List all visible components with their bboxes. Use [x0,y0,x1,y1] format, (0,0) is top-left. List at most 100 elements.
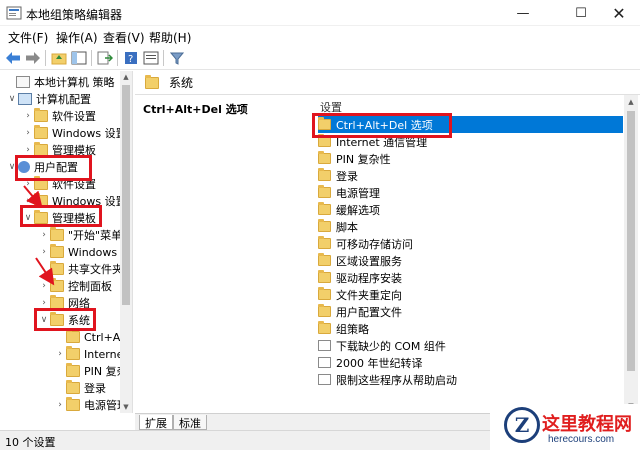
list-item[interactable]: 区域设置服务 [318,252,623,269]
expand-chevron-icon[interactable]: › [38,247,50,257]
list-item[interactable]: PIN 复杂性 [318,150,623,167]
list-item[interactable]: 用户配置文件 [318,303,623,320]
expand-chevron-icon[interactable]: › [54,349,66,359]
tree-scrollbar[interactable]: ▲ ▼ [120,71,132,413]
tree-item-computer-config[interactable]: ∨ 计算机配置 [6,90,91,107]
list-item[interactable]: Internet 通信管理 [318,133,623,150]
list-item[interactable]: 组策略 [318,320,623,337]
tree-item-label: 网络 [68,296,90,310]
tree-item-label: 计算机配置 [36,92,91,106]
scroll-thumb[interactable] [627,111,635,371]
expand-chevron-icon[interactable]: › [22,128,34,138]
collapse-chevron-icon[interactable]: ∨ [6,94,18,104]
tree-item-logon[interactable]: 登录 [54,379,106,396]
expand-chevron-icon[interactable]: › [22,145,34,155]
menu-view[interactable]: 查看(V) [103,29,145,46]
menu-file[interactable]: 文件(F) [8,29,48,46]
folder-icon [318,287,331,300]
tree-pane[interactable]: 本地计算机 策略 ∨ 计算机配置 › 软件设置 › Windows 设置 › 管… [0,71,133,413]
tree-item-control-panel[interactable]: › 控制面板 [38,277,112,294]
tree-item-user-software-settings[interactable]: › 软件设置 [22,175,96,192]
collapse-chevron-icon[interactable]: ∨ [22,213,34,223]
tree-item-windows-components[interactable]: › Windows 组件 [38,243,132,260]
list-item[interactable]: 限制这些程序从帮助启动 [318,371,623,388]
tree-item-network[interactable]: › 网络 [38,294,90,311]
tree-item-windows-settings[interactable]: › Windows 设置 [22,124,127,141]
folder-icon [318,185,331,198]
list-item[interactable]: 电源管理 [318,184,623,201]
tree-item-user-admin-templates[interactable]: ∨ 管理模板 [22,209,96,226]
expand-chevron-icon[interactable]: › [22,179,34,189]
expand-chevron-icon[interactable]: › [38,230,50,240]
list-item[interactable]: 2000 年世纪转译 [318,354,623,371]
menu-action[interactable]: 操作(A) [56,29,98,46]
expand-chevron-icon[interactable]: › [22,111,34,121]
list-item[interactable]: 可移动存储访问 [318,235,623,252]
tree-item-local-computer-policy[interactable]: 本地计算机 策略 [4,73,115,90]
list-item-ctrl-alt-del[interactable]: Ctrl+Alt+Del 选项 [318,116,623,133]
list-item[interactable]: 登录 [318,167,623,184]
list-item[interactable]: 下载缺少的 COM 组件 [318,337,623,354]
tree-item-system[interactable]: ∨ 系统 [38,311,90,328]
title-bar: 本地组策略编辑器 — ☐ ✕ [0,0,640,26]
tree-item-user-config[interactable]: ∨ 用户配置 [6,158,78,175]
tree-item-shared-folders[interactable]: 共享文件夹 [38,260,123,277]
tree-item-admin-templates[interactable]: › 管理模板 [22,141,96,158]
properties-icon[interactable] [142,49,160,67]
scroll-thumb[interactable] [122,85,130,305]
folder-icon [34,124,48,139]
folder-icon [318,134,331,147]
tree-item-user-windows-settings[interactable]: › Windows 设置 [22,192,127,209]
list-scrollbar[interactable]: ▲ ▼ [624,95,638,413]
up-folder-icon[interactable] [50,49,68,67]
folder-icon [50,243,64,258]
filter-icon[interactable] [168,49,186,67]
list-item-label: 登录 [336,169,358,183]
tree-item-start-menu[interactable]: › "开始"菜单和任务栏 [38,226,132,243]
show-hide-tree-icon[interactable] [70,49,88,67]
expand-chevron-icon[interactable]: › [22,196,34,206]
folder-icon [318,270,331,283]
tab-standard[interactable]: 标准 [173,415,207,430]
watermark: Z 这里教程网 herecours.com [490,404,640,450]
minimize-button[interactable]: — [500,0,546,26]
list-item[interactable]: 文件夹重定向 [318,286,623,303]
folder-icon [318,236,331,249]
tree-item-power-mgmt[interactable]: › 电源管理 [54,396,128,413]
folder-icon [50,277,64,292]
collapse-chevron-icon[interactable]: ∨ [38,315,50,325]
list-item-label: 2000 年世纪转译 [336,356,423,370]
list-item[interactable]: 缓解选项 [318,201,623,218]
back-arrow-icon[interactable] [4,49,22,67]
tree-item-label: 共享文件夹 [68,262,123,276]
list-item-label: 限制这些程序从帮助启动 [336,373,457,387]
list-item-label: Ctrl+Alt+Del 选项 [336,118,433,132]
details-header-title: 系统 [169,76,194,90]
scroll-down-arrow-icon[interactable]: ▼ [120,401,132,413]
close-button[interactable]: ✕ [596,0,640,26]
help-icon[interactable]: ? [122,49,140,67]
folder-icon [145,74,159,89]
expand-chevron-icon[interactable]: › [38,281,50,291]
folder-icon [34,107,48,122]
list-item-label: 下载缺少的 COM 组件 [336,339,446,353]
scroll-up-arrow-icon[interactable]: ▲ [120,71,132,83]
tree-item-software-settings[interactable]: › 软件设置 [22,107,96,124]
list-item-label: 组策略 [336,322,369,336]
collapse-chevron-icon[interactable]: ∨ [6,162,18,172]
scroll-up-arrow-icon[interactable]: ▲ [624,95,638,109]
tab-extended[interactable]: 扩展 [139,415,173,430]
tree-item-label: 管理模板 [52,143,96,157]
column-header-setting[interactable]: 设置 [320,99,342,115]
toolbar-separator [45,50,46,66]
list-item[interactable]: 驱动程序安装 [318,269,623,286]
tree-item-label: 系统 [68,313,90,327]
expand-chevron-icon[interactable]: › [54,400,66,410]
list-item-label: 缓解选项 [336,203,380,217]
list-item[interactable]: 脚本 [318,218,623,235]
expand-chevron-icon[interactable]: › [38,298,50,308]
forward-arrow-icon[interactable] [24,49,42,67]
list-item-label: PIN 复杂性 [336,152,391,166]
export-list-icon[interactable] [96,49,114,67]
menu-help[interactable]: 帮助(H) [149,29,191,46]
